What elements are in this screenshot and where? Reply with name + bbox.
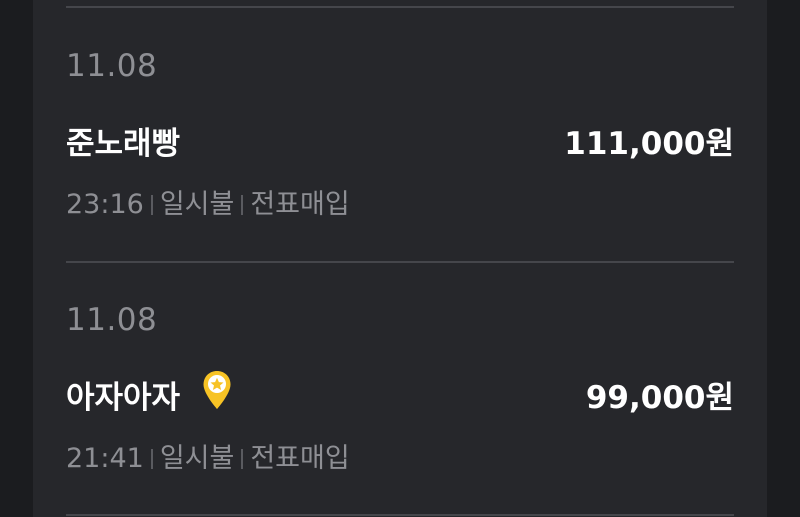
payment-type: 일시불 [159,189,235,220]
divider [66,514,734,516]
divider [66,6,734,8]
transaction-time: 23:16 [66,189,144,220]
separator [150,195,153,215]
separator [241,449,244,469]
transaction-amount: 111,000원 [564,126,734,162]
transaction-item[interactable]: 11.08 아자아자 99,000원 21:41 일시불 전표매입 [66,302,734,502]
divider [66,261,734,263]
transaction-amount: 99,000원 [585,380,734,416]
merchant-row: 준노래빵 111,000원 [66,118,734,162]
separator [241,195,244,215]
merchant-name: 준노래빵 [66,126,181,162]
merchant-row: 아자아자 99,000원 [66,370,734,416]
transaction-item[interactable]: 11.08 준노래빵 111,000원 23:16 일시불 전표매입 [66,48,734,248]
transaction-date: 11.08 [66,48,158,84]
transaction-status: 전표매입 [250,443,350,474]
transaction-date: 11.08 [66,302,158,338]
payment-type: 일시불 [159,443,235,474]
transaction-meta: 21:41 일시불 전표매입 [66,436,350,475]
transaction-meta: 23:16 일시불 전표매입 [66,182,350,221]
separator [150,449,153,469]
star-location-pin-icon[interactable] [202,370,232,410]
transaction-status: 전표매입 [250,189,350,220]
transaction-time: 21:41 [66,443,144,474]
transaction-list-panel: 11.08 준노래빵 111,000원 23:16 일시불 전표매입 11.08 아… [33,0,767,517]
merchant-name: 아자아자 [66,380,181,416]
